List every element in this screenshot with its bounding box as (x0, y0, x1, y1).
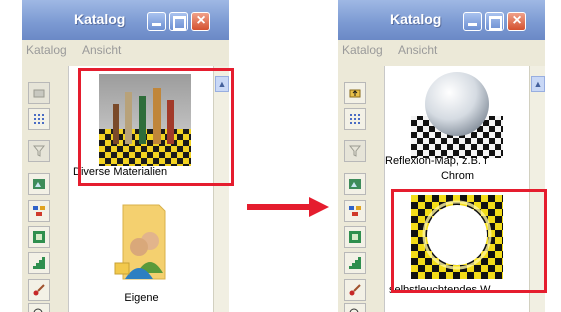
minimize-button[interactable] (147, 12, 166, 31)
zoom-icon (33, 308, 43, 312)
user-folder-icon (114, 204, 166, 280)
chrome-sphere-thumbnail (411, 72, 503, 158)
image-icon (33, 179, 45, 189)
item-label-line2: Chrom (440, 170, 474, 182)
landscape-button[interactable] (28, 226, 50, 248)
image-icon (349, 179, 361, 189)
network-button[interactable] (28, 200, 50, 222)
window-title: Katalog (74, 11, 126, 27)
filter-button[interactable] (28, 140, 50, 162)
maximize-icon (173, 16, 186, 30)
item-label: Reflexion-Map, z.B. f (385, 155, 488, 167)
brush-button[interactable] (344, 279, 366, 301)
filter-button[interactable] (344, 140, 366, 162)
landscape-icon (349, 231, 361, 243)
stairs-icon (349, 257, 361, 269)
network-icon (33, 206, 45, 216)
image-button[interactable] (344, 173, 366, 195)
menu-bar: Katalog Ansicht (22, 40, 229, 62)
maximize-icon (489, 16, 502, 30)
brush-icon (349, 284, 361, 296)
maximize-button[interactable] (169, 12, 188, 31)
selection-highlight-left (78, 68, 234, 186)
zoom-button[interactable] (28, 303, 50, 312)
zoom-icon (349, 308, 359, 312)
zoom-button[interactable] (344, 303, 366, 312)
folder-up-icon (349, 89, 361, 98)
stairs-button[interactable] (344, 252, 366, 274)
menu-bar: Katalog Ansicht (338, 40, 545, 62)
stairs-icon (33, 257, 45, 269)
network-button[interactable] (344, 200, 366, 222)
minimize-icon (152, 23, 161, 26)
landscape-button[interactable] (344, 226, 366, 248)
toolbar (28, 70, 52, 312)
landscape-icon (33, 231, 45, 243)
close-icon: × (512, 12, 522, 29)
item-label: Eigene (124, 292, 159, 304)
folder-icon (33, 89, 45, 98)
brush-button[interactable] (28, 279, 50, 301)
filter-icon (349, 145, 361, 157)
minimize-icon (468, 23, 477, 26)
filter-icon (33, 145, 45, 157)
close-button[interactable]: × (191, 12, 210, 31)
selection-highlight-right (391, 189, 547, 293)
image-button[interactable] (28, 173, 50, 195)
stairs-button[interactable] (28, 252, 50, 274)
title-bar[interactable]: Katalog × (22, 0, 229, 40)
folder-button[interactable] (28, 82, 50, 104)
window-title: Katalog (390, 11, 442, 27)
toolbar (344, 70, 368, 312)
grid-view-button[interactable] (344, 108, 366, 130)
close-icon: × (196, 12, 206, 29)
title-bar[interactable]: Katalog × (338, 0, 545, 40)
menu-katalog[interactable]: Katalog (342, 43, 383, 57)
maximize-button[interactable] (485, 12, 504, 31)
folder-up-button[interactable] (344, 82, 366, 104)
grid-view-icon (34, 114, 44, 124)
catalog-item-reflexion-map[interactable]: Reflexion-Map, z.B. f Chrom (385, 66, 530, 188)
menu-ansicht[interactable]: Ansicht (82, 43, 121, 57)
catalog-item-eigene[interactable]: Eigene (69, 191, 214, 312)
grid-view-icon (350, 114, 360, 124)
minimize-button[interactable] (463, 12, 482, 31)
close-button[interactable]: × (507, 12, 526, 31)
network-icon (349, 206, 361, 216)
menu-katalog[interactable]: Katalog (26, 43, 67, 57)
transition-arrow-icon (247, 197, 329, 217)
grid-view-button[interactable] (28, 108, 50, 130)
scroll-up-button[interactable]: ▲ (531, 76, 545, 92)
menu-ansicht[interactable]: Ansicht (398, 43, 437, 57)
brush-icon (33, 284, 45, 296)
